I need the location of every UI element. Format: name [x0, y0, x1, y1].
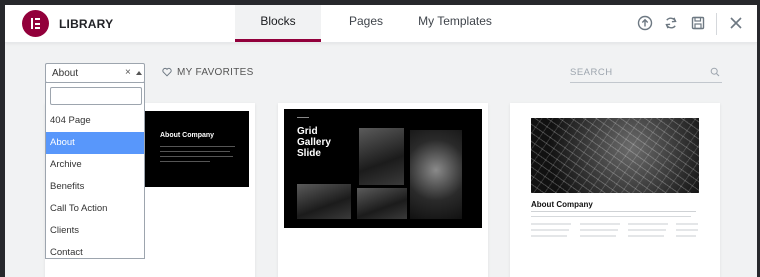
thumbnail-title: About Company — [160, 132, 215, 139]
library-modal: LIBRARY Blocks Pages My Templates About … — [5, 5, 757, 277]
tab-my-templates[interactable]: My Templates — [405, 5, 505, 42]
library-header: LIBRARY Blocks Pages My Templates — [5, 5, 757, 43]
gallery-photo — [357, 188, 407, 219]
upload-icon[interactable] — [636, 14, 654, 32]
clear-selection-icon[interactable]: × — [125, 67, 131, 78]
header-divider — [716, 13, 717, 35]
thumbnail-title: About Company — [531, 200, 593, 209]
gallery-photo — [410, 130, 462, 219]
thumbnail-title-line: Slide — [297, 148, 321, 159]
category-dropdown: 404 Page About Archive Benefits Call To … — [45, 82, 145, 259]
template-thumbnail: Grid Gallery Slide — [284, 109, 482, 228]
heart-icon — [162, 67, 172, 77]
template-card[interactable]: Grid Gallery Slide — [278, 103, 488, 277]
option-clients[interactable]: Clients — [46, 220, 144, 242]
option-about[interactable]: About — [46, 132, 144, 154]
sync-icon[interactable] — [662, 14, 680, 32]
caret-up-icon[interactable] — [136, 71, 142, 75]
category-search-input[interactable] — [50, 87, 142, 105]
template-thumbnail — [531, 118, 699, 193]
option-archive[interactable]: Archive — [46, 154, 144, 176]
template-search — [570, 64, 722, 83]
close-icon[interactable] — [727, 14, 745, 32]
thumbnail-title-line: Gallery — [297, 137, 331, 148]
gallery-photo — [359, 128, 404, 185]
gallery-photo — [297, 184, 351, 219]
save-icon[interactable] — [689, 14, 707, 32]
my-favorites-label: MY FAVORITES — [177, 67, 254, 78]
search-input[interactable] — [570, 64, 700, 80]
thumbnail-title-line: Grid — [297, 126, 318, 137]
tab-blocks[interactable]: Blocks — [235, 5, 321, 42]
category-select[interactable]: About × — [45, 63, 145, 83]
tab-pages[interactable]: Pages — [327, 5, 405, 42]
option-call-to-action[interactable]: Call To Action — [46, 198, 144, 220]
option-contact[interactable]: Contact — [46, 242, 144, 258]
search-icon[interactable] — [710, 67, 720, 77]
category-select-value: About — [52, 68, 79, 79]
template-card[interactable]: About Company — [510, 103, 720, 277]
option-404-page[interactable]: 404 Page — [46, 110, 144, 132]
option-benefits[interactable]: Benefits — [46, 176, 144, 198]
elementor-logo — [22, 10, 49, 37]
library-title: LIBRARY — [59, 17, 114, 31]
